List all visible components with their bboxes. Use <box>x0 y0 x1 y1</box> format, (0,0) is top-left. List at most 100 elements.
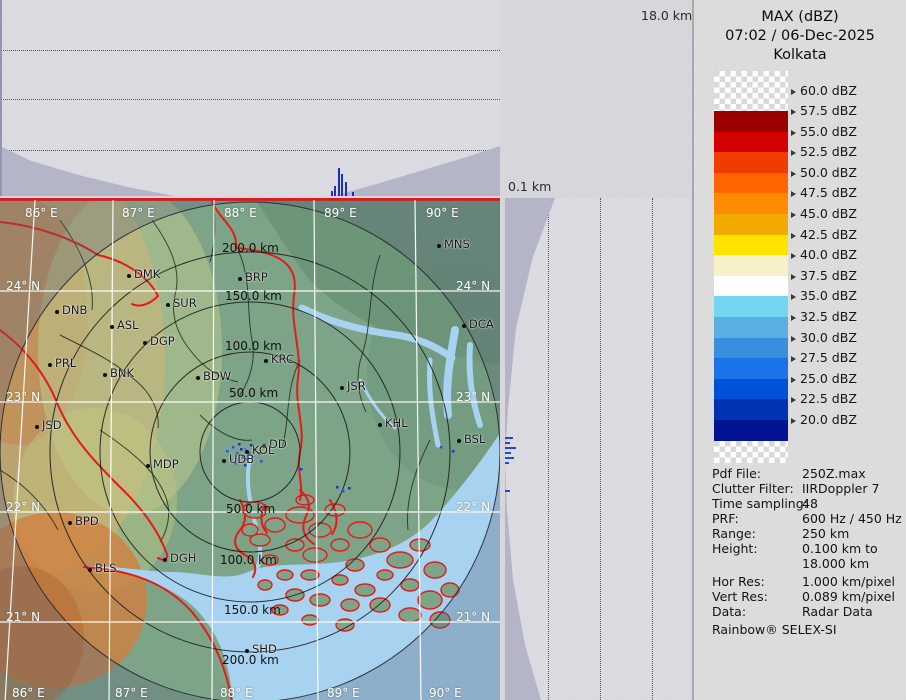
city-dot <box>143 341 147 345</box>
city-dot <box>166 303 170 307</box>
longitude-label: 87° E <box>115 686 148 700</box>
radar-map-canvas[interactable]: 86° E 87° E 88° E 89° E 90° E 86° E 87° E 88° E… <box>0 198 500 700</box>
scale-tick-icon <box>791 315 796 321</box>
software-brand: Rainbow® SELEX-SI <box>712 622 837 637</box>
height-gridline <box>0 50 500 51</box>
city-code-label: BDW <box>203 369 231 383</box>
nodata-swatch-top <box>714 71 788 111</box>
legend-panel: MAX (dBZ) 07:02 / 06-Dec-2025 Kolkata 60… <box>692 0 906 700</box>
metadata-row: Range:250 km <box>694 526 906 541</box>
metadata-label: Height: <box>712 541 758 556</box>
dbz-swatch <box>714 132 788 153</box>
dbz-swatch <box>714 235 788 256</box>
metadata-value: 0.089 km/pixel <box>802 589 895 604</box>
legend-header: MAX (dBZ) 07:02 / 06-Dec-2025 Kolkata <box>694 8 906 65</box>
metadata-value: Radar Data <box>802 604 873 619</box>
echo-column <box>352 192 354 196</box>
echo-row <box>505 437 513 439</box>
metadata-label: Data: <box>712 604 746 619</box>
height-gridline <box>652 198 653 700</box>
panel-edge <box>0 0 2 196</box>
scale-tick-icon <box>791 89 796 95</box>
dbz-scale-label: 22.5 dBZ <box>791 393 857 405</box>
range-ring-label: 150.0 km <box>225 289 282 303</box>
scale-tick-icon <box>791 397 796 403</box>
scale-tick-icon <box>791 336 796 342</box>
dbz-scale-label: 27.5 dBZ <box>791 352 857 364</box>
dbz-swatch <box>714 420 788 441</box>
longitude-label: 89° E <box>324 206 357 220</box>
longitude-label: 86° E <box>25 206 58 220</box>
metadata-row: Hor Res: 1.000 km/pixel <box>694 574 906 589</box>
city-dot <box>48 363 52 367</box>
dbz-scale-label: 60.0 dBZ <box>791 85 857 97</box>
metadata-label: Hor Res: <box>712 574 765 589</box>
latitude-label: 23° N <box>456 390 490 404</box>
longitude-label: 86° E <box>12 686 45 700</box>
blind-zone-wedge-right <box>333 146 500 196</box>
metadata-row: PRF:600 Hz / 450 Hz <box>694 511 906 526</box>
city-dot <box>127 274 131 278</box>
dbz-swatch <box>714 317 788 338</box>
city-dot <box>437 244 441 248</box>
right-projection-panel[interactable] <box>505 198 690 700</box>
metadata-label: Vert Res: <box>712 589 768 604</box>
city-code-label: PRL <box>55 356 76 370</box>
longitude-label: 90° E <box>429 686 462 700</box>
echo-column <box>334 186 336 196</box>
city-dot <box>35 425 39 429</box>
dbz-swatch <box>714 276 788 297</box>
height-gridline <box>0 99 500 100</box>
city-code-label: JSR <box>347 379 366 393</box>
dbz-swatch <box>714 111 788 132</box>
dbz-scale-label: 37.5 dBZ <box>791 270 857 282</box>
city-code-label: SUR <box>173 296 197 310</box>
city-code-label: DGP <box>150 334 175 348</box>
latitude-label: 24° N <box>6 279 40 293</box>
latitude-label: 23° N <box>6 390 40 404</box>
scale-tick-icon <box>791 150 796 156</box>
top-projection-panel[interactable] <box>0 0 500 196</box>
range-ring-label: 50.0 km <box>229 386 278 400</box>
city-code-label: DGH <box>170 551 196 565</box>
metadata-label: PRF: <box>712 511 739 526</box>
longitude-label: 88° E <box>224 206 257 220</box>
city-code-label: KRC <box>271 352 294 366</box>
nodata-swatch-bottom <box>714 441 788 463</box>
longitude-label: 88° E <box>220 686 253 700</box>
range-ring-label: 100.0 km <box>220 553 277 567</box>
longitude-label: 90° E <box>426 206 459 220</box>
dbz-scale-label: 47.5 dBZ <box>791 187 857 199</box>
range-ring-label: 50.0 km <box>226 502 275 516</box>
city-code-label: UDB <box>229 452 254 466</box>
city-dot <box>222 459 226 463</box>
city-code-label: DMK <box>134 267 160 281</box>
city-dot <box>245 649 249 653</box>
city-dot <box>146 464 150 468</box>
dbz-scale-label: 57.5 dBZ <box>791 105 857 117</box>
dbz-scale-label: 55.0 dBZ <box>791 126 857 138</box>
metadata-row: Vert Res: 0.089 km/pixel <box>694 589 906 604</box>
scale-tick-icon <box>791 171 796 177</box>
dbz-scale-label: 20.0 dBZ <box>791 414 857 426</box>
dbz-swatch <box>714 296 788 317</box>
range-ring-label: 200.0 km <box>222 241 279 255</box>
city-code-label: DNB <box>62 303 87 317</box>
latitude-label: 22° N <box>6 500 40 514</box>
metadata-value: 1.000 km/pixel <box>802 574 895 589</box>
metadata-value: 250Z.max <box>802 466 866 481</box>
city-code-label: BSL <box>464 432 485 446</box>
height-axis-min-label: 0.1 km <box>508 179 551 194</box>
echo-column <box>331 191 333 196</box>
dbz-swatch <box>714 358 788 379</box>
city-code-label: BLS <box>95 561 117 575</box>
metadata-row: 18.000 km <box>694 556 906 571</box>
longitude-label: 87° E <box>122 206 155 220</box>
scale-tick-icon <box>791 191 796 197</box>
city-code-label: KHL <box>385 416 408 430</box>
latitude-label: 21° N <box>456 610 490 624</box>
city-code-label: BPD <box>75 514 99 528</box>
scale-tick-icon <box>791 418 796 424</box>
dbz-swatch <box>714 338 788 359</box>
dbz-swatch <box>714 152 788 173</box>
